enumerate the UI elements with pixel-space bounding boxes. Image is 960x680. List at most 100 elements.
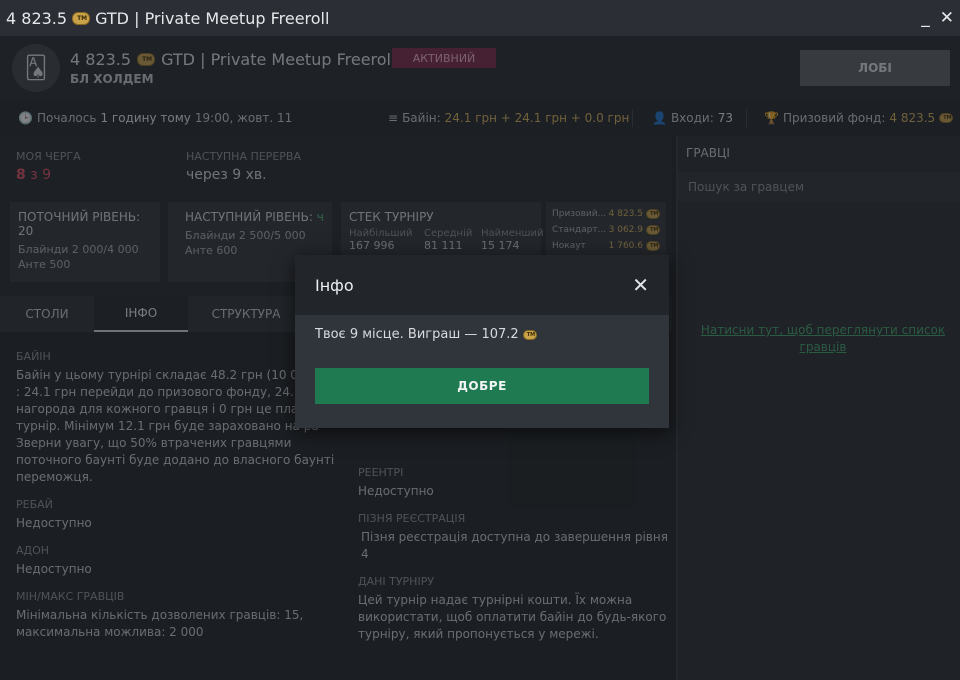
next-level-title-text: НАСТУПНИЙ РІВЕНЬ: (185, 210, 313, 224)
trophy-icon: 🏆 (764, 111, 779, 125)
rebuy-section-title: РЕБАЙ (16, 498, 53, 511)
dialog-header: Інфо ✕ (295, 255, 669, 315)
stack-average: 81 111 (424, 239, 463, 252)
stack-largest: 167 996 (349, 239, 395, 252)
prize-label: Призовий фонд: (782, 111, 886, 125)
current-level-ante: Анте 500 (18, 258, 71, 271)
dialog-title: Інфо (315, 275, 354, 295)
buyin-text-line: : 24.1 грн перейди до призового фонду, 2… (16, 385, 327, 399)
coin-icon (72, 11, 91, 25)
tournament-data-text-line: використати, щоб оплатити байін до будь-… (358, 610, 667, 624)
buyin-section-title: БАЙІН (16, 350, 51, 363)
buyin-text-line: поточного баунті буде додано до власного… (16, 453, 335, 467)
buyin-label: Байін: (402, 111, 441, 125)
dialog-close-button[interactable]: ✕ (632, 273, 649, 297)
prize-row-label: Стандарт... (552, 225, 607, 235)
dialog-message: Твоє 9 місце. Виграш — 107.2 (295, 315, 669, 342)
entries-value: 73 (717, 111, 734, 125)
tournament-data-text-line: Цей турнір надає турнірні кошти. Їх можн… (358, 593, 633, 607)
info-dialog: Інфо ✕ Твоє 9 місце. Виграш — 107.2 ДОБР… (295, 255, 669, 428)
prize-row-label: Призовий... (552, 209, 607, 219)
next-level-title-suffix: ч (316, 210, 324, 224)
info-left-column: БАЙІН Байін у цьому турнірі складає 48.2… (16, 338, 336, 641)
cards-icon: 🂡 (12, 44, 60, 92)
reentry-text: Недоступно (358, 484, 434, 498)
stack-title: СТЕК ТУРНІРУ (349, 210, 434, 224)
tab-structure[interactable]: СТРУКТУРА (188, 296, 304, 332)
tournament-title: 4 823.5 GTD | Private Meetup Freeroll (70, 50, 395, 69)
queue-position: 8 (16, 167, 26, 183)
info-right-column: РЕЕНТРІ Недоступно ПІЗНЯ РЕЄСТРАЦІЯ Пізн… (358, 454, 668, 643)
window-titlebar: 4 823.5 GTD | Private Meetup Freeroll _ … (0, 0, 960, 36)
player-search-input[interactable]: Пошук за гравцем (678, 172, 960, 202)
started-label: Почалось (36, 111, 97, 125)
tournament-data-text-line: турніру, який пропонується у мережі. (358, 627, 599, 641)
coin-icon (646, 209, 660, 219)
queue-total: 9 (42, 167, 52, 183)
next-break: НАСТУПНА ПЕРЕРВА через 9 хв. (186, 150, 301, 183)
current-level-blinds: Блайнди 2 000/4 000 (18, 243, 139, 256)
started-info: 🕒 Почалось 1 годину тому 19:00, жовт. 11 (18, 111, 292, 125)
show-players-link[interactable]: Натисни тут, щоб переглянути список грав… (698, 322, 948, 356)
user-icon: 👤 (652, 111, 667, 125)
coin-icon (646, 241, 660, 251)
tournament-header: 🂡 4 823.5 GTD | Private Meetup Freeroll … (0, 36, 960, 100)
window-close-button[interactable]: ✕ (940, 8, 954, 28)
buyin-text-line: переможця. (16, 470, 93, 484)
addon-text: Недоступно (16, 562, 92, 576)
buyin-info: ≡ Байін: 24.1 грн + 24.1 грн + 0.0 грн (388, 111, 629, 125)
my-queue-value: 8 з 9 (16, 167, 81, 183)
minmax-section-title: МІН/МАКС ГРАВЦІВ (16, 590, 125, 603)
queue-of: з (30, 167, 38, 183)
current-level-title: ПОТОЧНИЙ РІВЕНЬ: 20 (18, 210, 141, 238)
stack-col-smallest: Найменший (481, 228, 544, 239)
game-type: БЛ ХОЛДЕМ (70, 72, 154, 86)
buyin-text-line: Зверни увагу, що 50% втрачених гравцями (16, 436, 292, 450)
divider (746, 109, 747, 127)
tournament-infobar: 🕒 Почалось 1 годину тому 19:00, жовт. 11… (0, 100, 960, 136)
tab-tables[interactable]: СТОЛИ (0, 296, 94, 332)
divider (632, 109, 633, 127)
prize-value: 4 823.5 (889, 111, 936, 125)
ok-button[interactable]: ДОБРЕ (315, 368, 649, 404)
entries-info: 👤 Входи: 73 (652, 111, 733, 125)
my-queue: МОЯ ЧЕРГА 8 з 9 (16, 150, 81, 183)
status-badge: АКТИВНИЙ (392, 48, 496, 68)
late-reg-text: Пізня реєстрація доступна до завершення … (361, 530, 668, 561)
prize-row-value: 3 062.9 (608, 225, 643, 235)
coin-icon (522, 329, 537, 340)
coin-icon (137, 53, 156, 66)
buyin-text-line: турнір. Мінімум 12.1 грн буде зараховано… (16, 419, 319, 433)
chips-icon: ≡ (388, 111, 399, 125)
buyin-text-line: Байін у цьому турнірі складає 48.2 грн (… (16, 368, 328, 382)
prize-info: 🏆 Призовий фонд: 4 823.5 (764, 111, 954, 125)
lobby-button[interactable]: ЛОБІ (800, 50, 950, 86)
window-title: 4 823.5 GTD | Private Meetup Freeroll (6, 9, 329, 28)
prize-row-label: Нокаут (552, 241, 586, 251)
prize-row-value: 1 760.6 (608, 241, 643, 251)
dialog-message-text: Твоє 9 місце. Виграш — 107.2 (315, 327, 519, 342)
minmax-text-line: максимальна можлива: 2 000 (16, 625, 204, 639)
window-title-text: GTD | Private Meetup Freeroll (95, 8, 330, 28)
buyin-value: 24.1 грн + 24.1 грн + 0.0 грн (444, 111, 630, 125)
current-level-card: ПОТОЧНИЙ РІВЕНЬ: 20 Блайнди 2 000/4 000 … (10, 202, 160, 282)
minimize-button[interactable]: _ (921, 8, 930, 28)
prize-row: Стандарт... 3 062.9 (552, 222, 660, 238)
reentry-section-title: РЕЕНТРІ (358, 466, 404, 479)
buyin-text-line: нагорода для кожного гравця і 0 грн це п… (16, 402, 323, 416)
next-break-value: через 9 хв. (186, 167, 267, 183)
prize-row: Нокаут 1 760.6 (552, 238, 660, 254)
coin-icon (939, 113, 954, 123)
next-level-blinds: Блайнди 2 500/5 000 (185, 229, 306, 242)
started-at: 19:00, жовт. 11 (194, 111, 293, 125)
my-queue-label: МОЯ ЧЕРГА (16, 150, 81, 163)
minmax-text-line: Мінімальна кількість дозволених гравців:… (16, 608, 304, 622)
players-title: ГРАВЦІ (686, 146, 730, 160)
players-panel: ГРАВЦІ Пошук за гравцем Натисни тут, щоб… (676, 136, 960, 680)
tab-info[interactable]: ІНФО (94, 296, 188, 332)
prize-row: Призовий... 4 823.5 (552, 206, 660, 222)
addon-section-title: АДОН (16, 544, 50, 557)
coin-icon (646, 225, 660, 235)
rebuy-text: Недоступно (16, 516, 92, 530)
stack-col-average: Середній (424, 228, 473, 239)
